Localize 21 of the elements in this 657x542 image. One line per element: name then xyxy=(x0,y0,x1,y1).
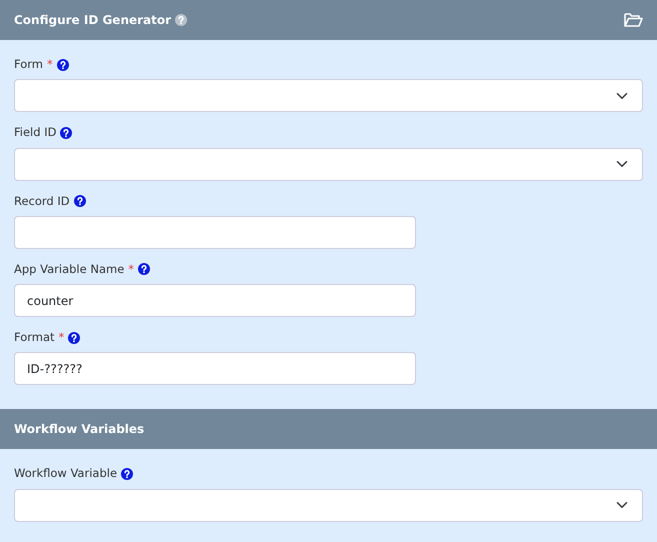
input-field[interactable] xyxy=(14,216,416,249)
help-icon[interactable] xyxy=(68,332,80,344)
input-field[interactable]: counter xyxy=(14,284,416,317)
field-label: Field ID xyxy=(14,124,56,142)
required-mark: * xyxy=(58,329,64,346)
required-mark: * xyxy=(46,56,53,73)
section-title: Workflow Variables xyxy=(14,421,144,438)
help-icon[interactable] xyxy=(138,263,150,276)
folder-icon[interactable] xyxy=(624,13,643,27)
field-label: Record ID xyxy=(14,192,70,210)
help-icon[interactable] xyxy=(60,126,72,139)
field-label: Workflow Variable xyxy=(14,465,118,482)
help-icon[interactable] xyxy=(74,195,86,208)
required-mark: * xyxy=(128,260,134,278)
help-icon[interactable] xyxy=(121,468,134,480)
help-icon[interactable] xyxy=(56,58,69,71)
section-title: Configure ID Generator xyxy=(14,12,172,29)
field-label: Form xyxy=(14,56,43,73)
input-field[interactable]: ID-?????? xyxy=(14,352,416,386)
field-label: App Variable Name xyxy=(14,260,124,278)
field-label: Format xyxy=(14,329,55,346)
